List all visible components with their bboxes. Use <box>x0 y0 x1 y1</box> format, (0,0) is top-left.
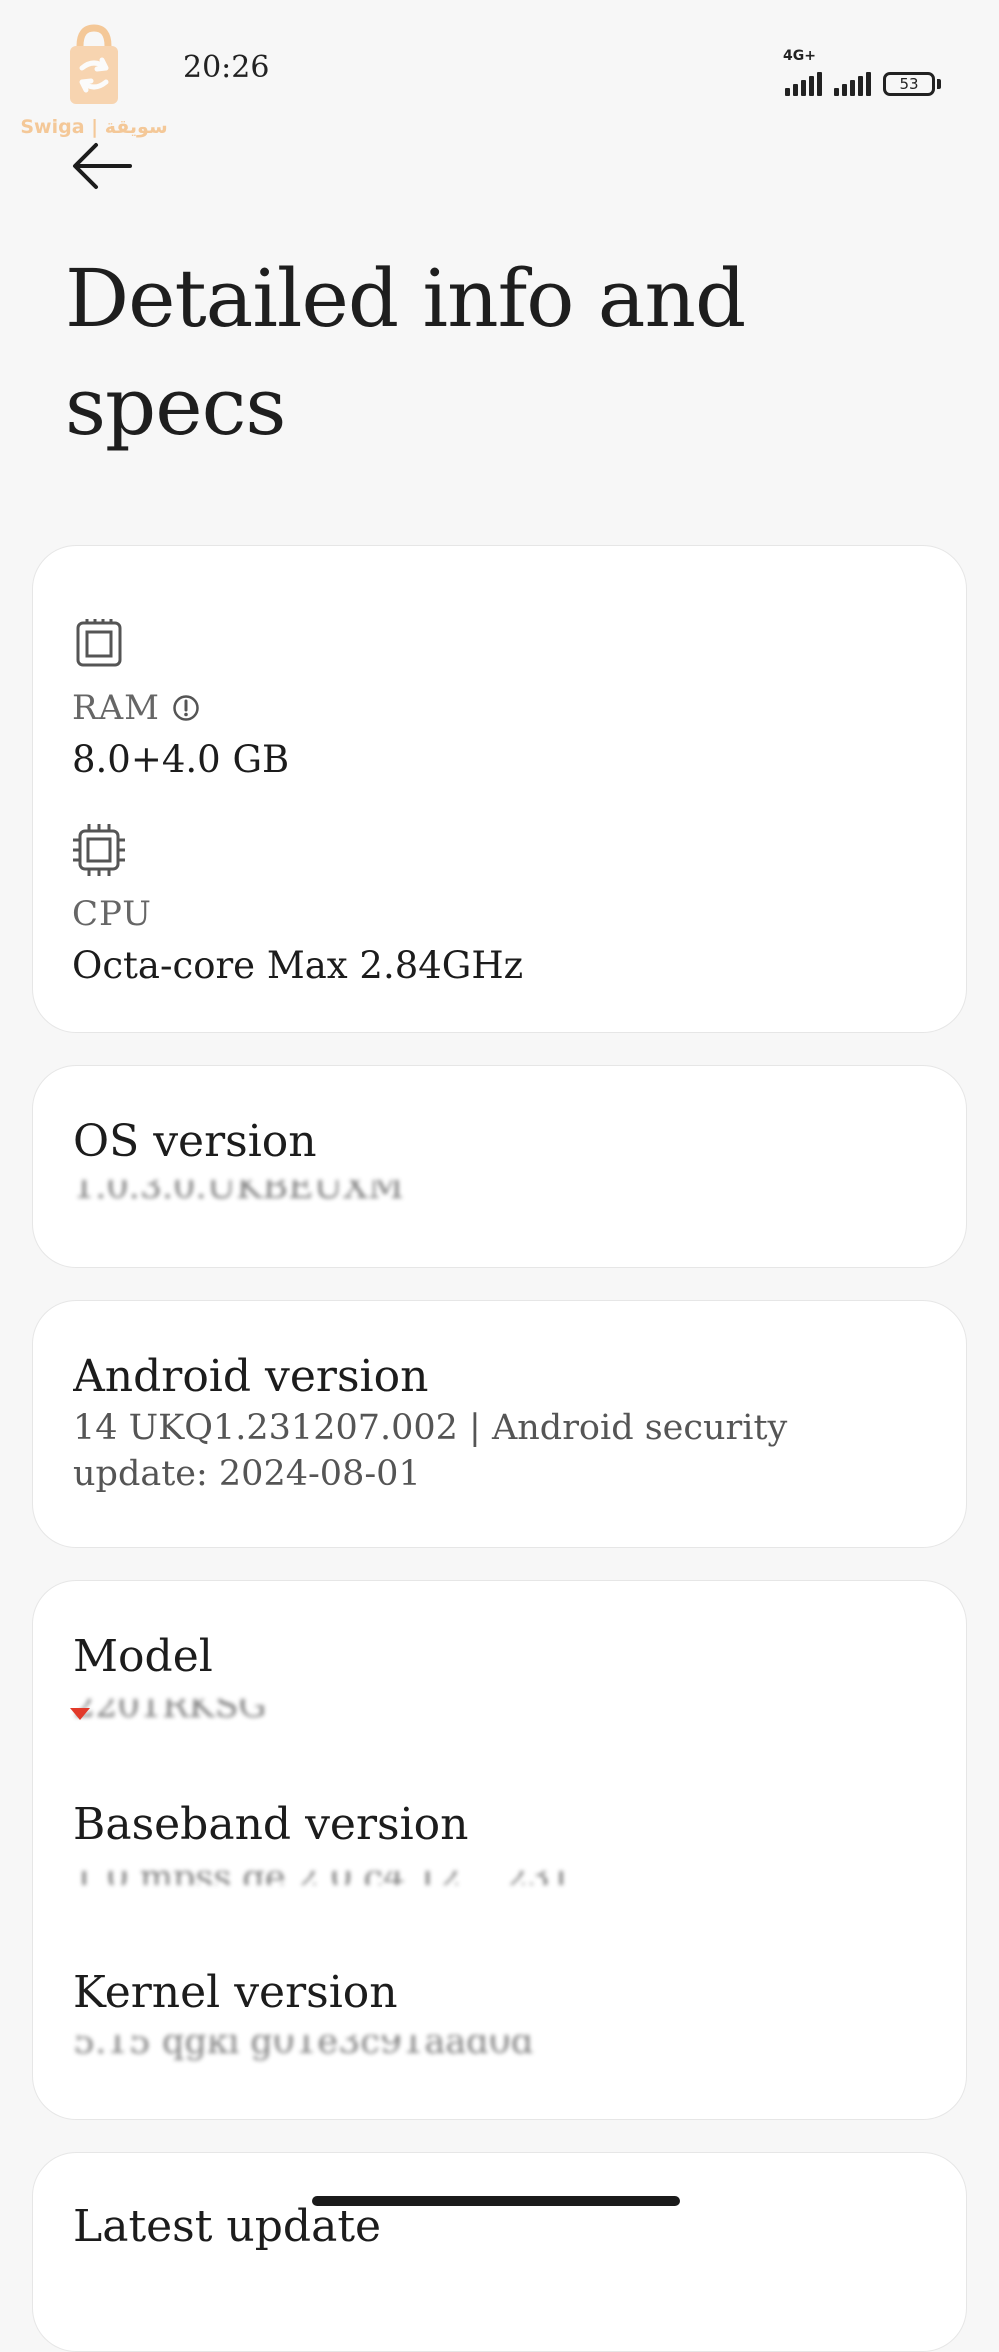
page-title: Detailed info and specs <box>65 245 885 461</box>
battery-icon: 53 <box>883 72 941 96</box>
model-label: Model <box>73 1631 213 1682</box>
android-version-card[interactable]: Android version 14 UKQ1.231207.002 | And… <box>32 1300 967 1548</box>
swiga-watermark-logo: Swiga | سويقة <box>14 24 174 144</box>
status-time: 20:26 <box>183 50 270 85</box>
page-title-line-2: specs <box>65 360 286 453</box>
status-bar: Swiga | سويقة 20:26 4G+ 53 <box>0 0 999 140</box>
ram-label: RAM <box>72 688 160 728</box>
os-version-label: OS version <box>73 1116 317 1167</box>
red-marker-icon <box>70 1708 90 1720</box>
watermark-text: Swiga | سويقة <box>20 116 168 138</box>
android-version-label: Android version <box>73 1351 429 1401</box>
cpu-value: Octa-core Max 2.84GHz <box>72 944 524 987</box>
signal-icon-secondary <box>834 70 871 96</box>
hardware-card: RAM 8.0+4.0 GB CPU Octa-core Max 2.84GHz <box>32 545 967 1033</box>
ram-chip-icon <box>76 619 122 667</box>
signal-icon-primary: 4G+ <box>783 48 822 96</box>
kernel-value: 5.15 qgki g01e3c91aad0d <box>73 2035 534 2061</box>
back-arrow-icon <box>73 143 132 189</box>
baseband-label: Baseband version <box>73 1799 469 1850</box>
home-indicator[interactable] <box>312 2196 680 2206</box>
back-button[interactable] <box>70 140 134 192</box>
ram-value: 8.0+4.0 GB <box>72 738 290 781</box>
info-icon[interactable] <box>172 694 200 722</box>
os-version-value: 1.0.3.0.UKBEUXM <box>73 1180 404 1206</box>
kernel-label: Kernel version <box>73 1967 398 2018</box>
page-title-line-1: Detailed info and <box>65 252 746 345</box>
os-version-card[interactable]: OS version 1.0.3.0.UKBEUXM <box>32 1065 967 1268</box>
model-value: 2201RKSG <box>73 1699 267 1725</box>
cpu-label: CPU <box>72 894 152 934</box>
latest-update-card[interactable]: Latest update <box>32 2152 967 2352</box>
cpu-chip-icon <box>73 824 125 876</box>
ram-label-row: RAM <box>72 688 200 728</box>
latest-update-label: Latest update <box>73 2201 382 2252</box>
status-icons: 4G+ 53 <box>783 48 941 96</box>
device-details-card: Model 2201RKSG Baseband version 1.0 mpss… <box>32 1580 967 2120</box>
android-version-value: 14 UKQ1.231207.002 | Android security up… <box>73 1408 788 1494</box>
network-type-label: 4G+ <box>783 48 816 64</box>
baseband-value: 1.0 mpss.ge 2.0 c4 12 ...231 <box>73 1871 933 1885</box>
battery-level: 53 <box>883 72 935 96</box>
